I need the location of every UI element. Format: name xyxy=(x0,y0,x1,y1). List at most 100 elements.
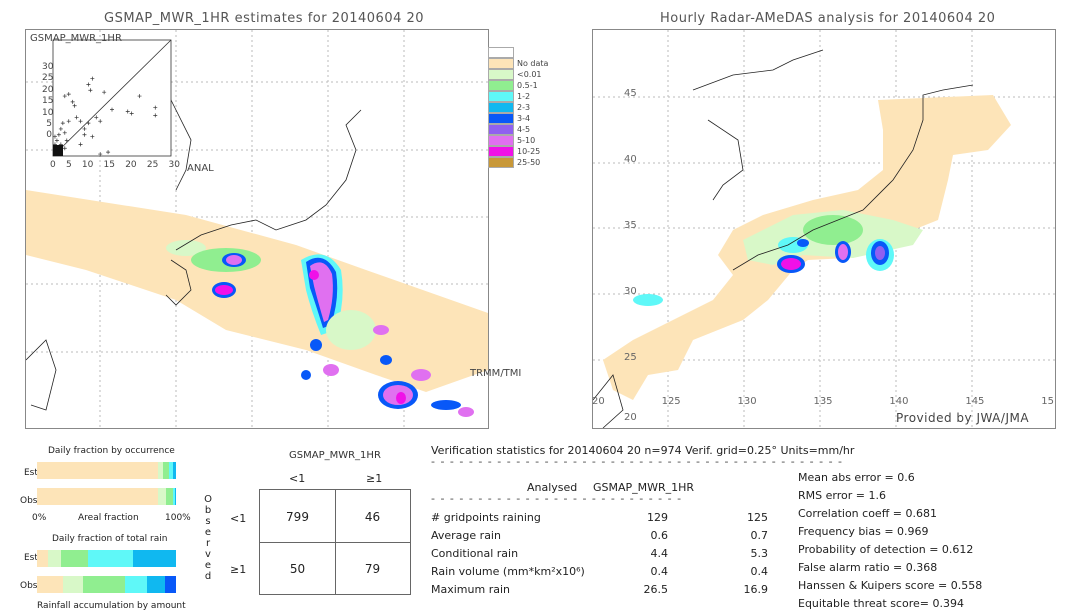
scatter-y-ticks: 30 25 20 15 10 5 0 xyxy=(42,62,54,142)
bar-segment xyxy=(88,550,133,567)
legend-item: 3-4 xyxy=(488,113,548,124)
occurrence-title: Daily fraction by occurrence xyxy=(48,446,175,456)
right-map-title: Hourly Radar-AMeDAS analysis for 2014060… xyxy=(660,11,996,26)
legend-item: 25-50 xyxy=(488,157,548,168)
observed-letter: b xyxy=(204,505,212,516)
y-tick: 20 xyxy=(42,84,54,95)
right-map xyxy=(592,29,1056,429)
lat-label-25: 25 xyxy=(624,352,637,363)
lon-tick: 125 xyxy=(661,396,681,407)
legend-item: 1-2 xyxy=(488,91,548,102)
stat-label: Average rain xyxy=(431,529,501,542)
scatter-xlabel: ANAL xyxy=(187,163,214,174)
rain-est-label: Est xyxy=(24,553,38,563)
stat-est: 0.4 xyxy=(750,565,769,578)
lon-tick: 15 xyxy=(1041,396,1054,407)
stat-label: Conditional rain xyxy=(431,547,519,560)
legend-label: 10-25 xyxy=(517,147,541,156)
bar-segment xyxy=(63,576,83,593)
legend-label: No data xyxy=(517,59,549,68)
legend-swatch xyxy=(488,69,514,80)
sensor-label: TRMM/TMI xyxy=(470,368,522,379)
cell-hit: 79 xyxy=(364,562,381,576)
legend-label: 0.5-1 xyxy=(517,81,538,90)
left-map xyxy=(25,29,489,429)
bar-segment xyxy=(173,462,176,479)
rain-footer: Rainfall accumulation by amount xyxy=(37,601,186,611)
x-tick: 20 xyxy=(125,160,137,170)
legend-item: <0.01 xyxy=(488,69,548,80)
bar-segment xyxy=(37,488,158,505)
bar-segment xyxy=(166,488,174,505)
bar-segment xyxy=(60,550,89,567)
x-tick: 5 xyxy=(65,160,72,170)
col-header-lt1: <1 xyxy=(289,472,306,485)
x-tick: 0 xyxy=(50,160,56,170)
lon-tick: 130 xyxy=(737,396,757,407)
occurrence-est-label: Est xyxy=(24,468,38,478)
score-item: Frequency bias = 0.969 xyxy=(798,525,929,538)
bar-segment xyxy=(82,576,126,593)
data-credit: Provided by JWA/JMA xyxy=(896,411,1030,425)
scatter-x-ticks: 0 5 10 15 20 25 30 xyxy=(50,160,180,170)
stat-label: Maximum rain xyxy=(431,583,510,596)
bar-segment xyxy=(157,488,167,505)
occurrence-obs-label: Obs xyxy=(20,496,38,506)
lon-tick: 135 xyxy=(813,396,833,407)
rain-est-bar xyxy=(37,550,176,567)
cell-hits-neg: 799 xyxy=(286,510,309,524)
right-map-svg xyxy=(593,30,1055,428)
observed-side-label: Observed xyxy=(203,494,213,582)
legend-label: 5-10 xyxy=(517,136,536,145)
score-item: Equitable threat score= 0.394 xyxy=(798,597,964,610)
legend-swatch xyxy=(488,58,514,69)
scatter-ylabel: GSMAP_MWR_1HR xyxy=(30,33,122,44)
bar-segment xyxy=(48,550,61,567)
lat-label-20: 20 xyxy=(624,412,637,423)
row-header-ge1: ≥1 xyxy=(230,563,247,576)
score-list: Mean abs error = 0.6 RMS error = 1.6 Corre… xyxy=(798,471,982,615)
stat-analysed: 129 xyxy=(647,511,668,524)
lat-label-35: 35 xyxy=(624,220,637,231)
y-tick: 5 xyxy=(46,119,52,130)
legend-label: 2-3 xyxy=(517,103,531,112)
stat-label: # gridpoints raining xyxy=(431,511,541,524)
stat-analysed: 0.6 xyxy=(650,529,669,542)
left-map-title: GSMAP_MWR_1HR estimates for 20140604 20 xyxy=(104,11,425,26)
left-map-svg xyxy=(26,30,488,428)
legend-swatch xyxy=(488,135,514,146)
cell-false-alarm: 46 xyxy=(364,510,381,524)
lat-label-45: 45 xyxy=(624,88,637,99)
table-divider: - - - - - - - - - - - - - - - - - - - - … xyxy=(431,492,686,505)
observed-letter: e xyxy=(204,527,212,538)
y-tick: 10 xyxy=(42,107,54,118)
axis-0-percent: 0% xyxy=(32,513,47,523)
observed-letter: r xyxy=(205,538,211,549)
legend-swatch xyxy=(488,157,514,168)
score-item: False alarm ratio = 0.368 xyxy=(798,561,938,574)
lon-tick: 140 xyxy=(889,396,909,407)
legend-label: 25-50 xyxy=(517,158,541,167)
legend-swatch xyxy=(488,47,514,58)
lat-label-40: 40 xyxy=(624,154,637,165)
score-item: RMS error = 1.6 xyxy=(798,489,886,502)
bar-segment xyxy=(125,576,147,593)
stat-est: 125 xyxy=(747,511,768,524)
x-tick: 30 xyxy=(168,160,180,170)
y-tick: 25 xyxy=(42,73,54,84)
stat-row: Average rain 0.6 0.7 xyxy=(431,529,771,547)
bar-segment xyxy=(164,576,176,593)
stat-est: 5.3 xyxy=(750,547,769,560)
legend-item: 5-10 xyxy=(488,135,548,146)
legend-item: No data xyxy=(488,58,548,69)
color-legend: No data <0.01 0.5-1 1-2 2-3 3-4 4-5 5-10 10-25 25… xyxy=(488,47,548,168)
lat-label-30: 30 xyxy=(624,286,637,297)
bar-segment xyxy=(37,462,158,479)
rain-obs-bar xyxy=(37,576,176,593)
legend-swatch xyxy=(488,102,514,113)
score-item: Hanssen & Kuipers score = 0.558 xyxy=(798,579,983,592)
stat-analysed: 4.4 xyxy=(650,547,669,560)
x-tick: 15 xyxy=(103,160,115,170)
bar-segment xyxy=(132,550,176,567)
bar-segment xyxy=(146,576,165,593)
